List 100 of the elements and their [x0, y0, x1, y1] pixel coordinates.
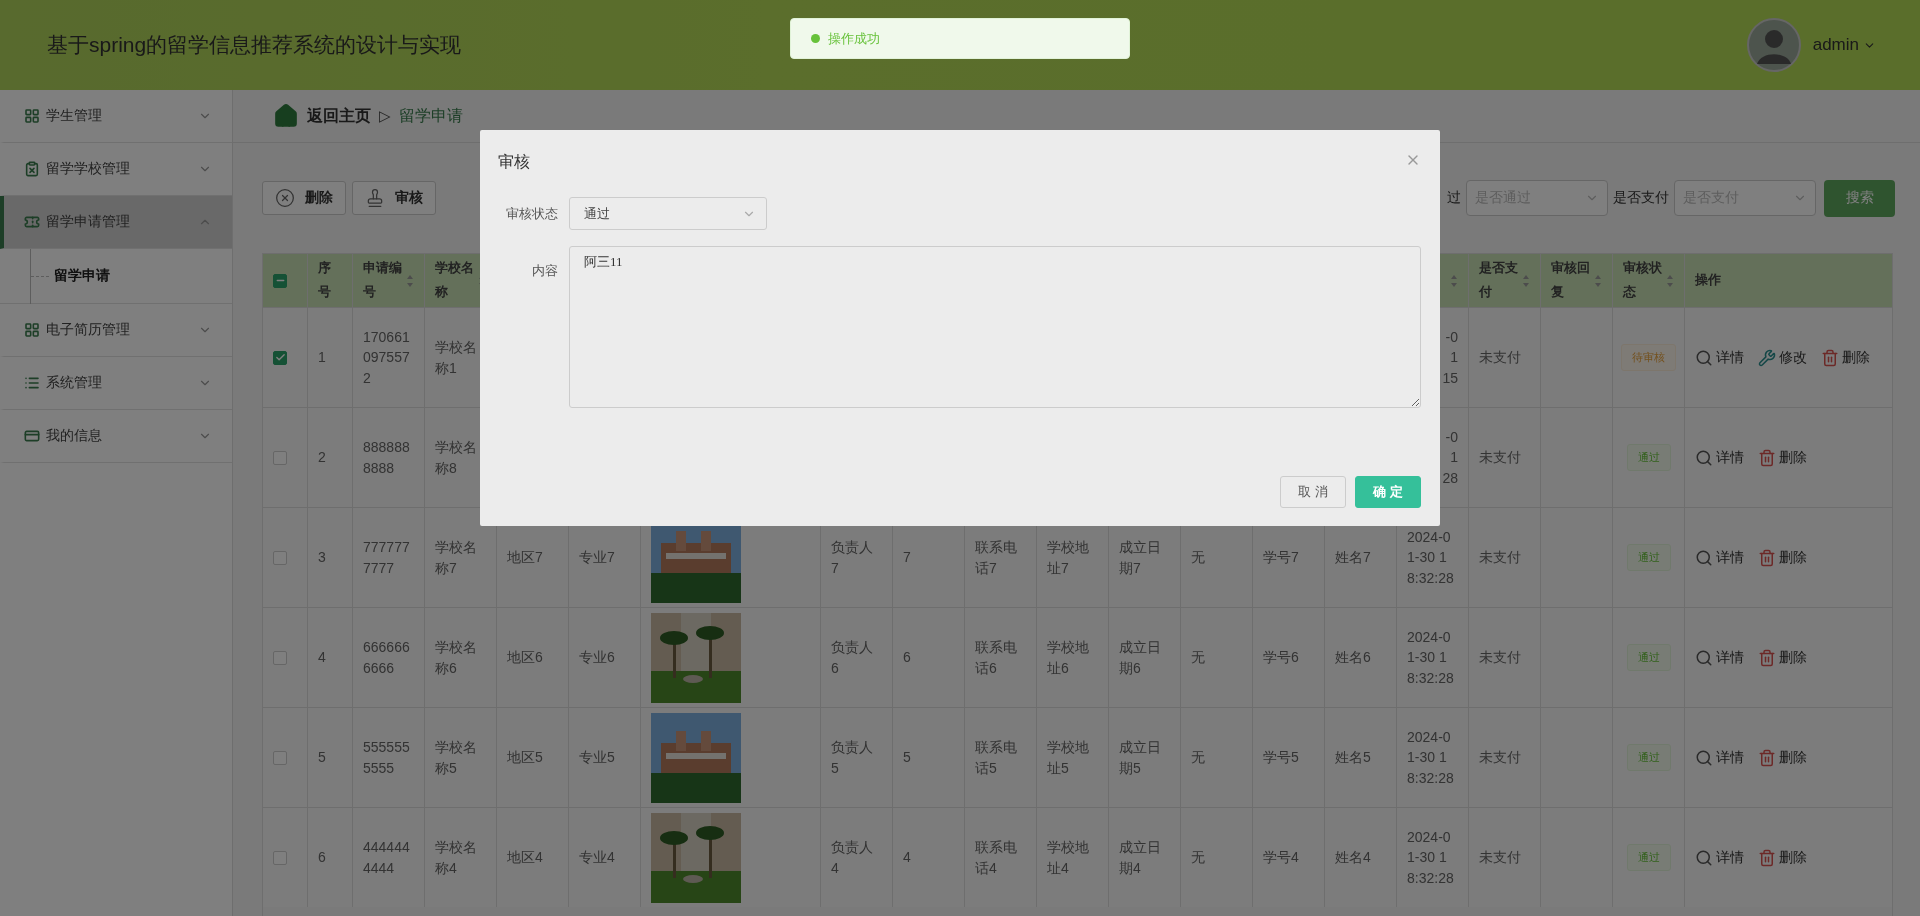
edit-link[interactable]: 修改: [1758, 348, 1807, 367]
clipboard-icon: [24, 161, 40, 177]
circle-x-icon: [275, 188, 295, 208]
column-header: 操作: [1695, 271, 1722, 289]
delete-link[interactable]: 删除: [1758, 448, 1807, 467]
table-cell-text: 无: [1191, 648, 1206, 668]
home-link[interactable]: 返回主页: [307, 105, 371, 127]
detail-link[interactable]: 详情: [1695, 548, 1744, 567]
row-checkbox[interactable]: [273, 850, 287, 865]
breadcrumb-current: 留学申请: [398, 105, 463, 126]
home-icon: [273, 103, 299, 129]
row-checkbox[interactable]: [273, 750, 287, 765]
table-cell-text: 未支付: [1479, 548, 1522, 568]
trash-icon: [1758, 648, 1776, 667]
table-cell-text: 2024-01-30 18:32:28: [1407, 728, 1454, 788]
review-button[interactable]: 审核: [352, 181, 436, 215]
table-cell-text: 地区6: [507, 648, 544, 668]
row-checkbox[interactable]: [273, 450, 287, 465]
status-select[interactable]: 通过: [569, 197, 767, 230]
delete-link[interactable]: 删除: [1758, 848, 1807, 867]
magnifier-icon: [1695, 648, 1713, 667]
row-checkbox[interactable]: [273, 650, 287, 665]
table-cell-text: 姓名6: [1335, 648, 1372, 668]
table-cell-text: 成立日期5: [1119, 738, 1162, 778]
table-cell-text: 地区5: [507, 748, 544, 768]
table-cell-text: 5555555555: [363, 738, 410, 778]
row-checkbox[interactable]: [273, 350, 287, 365]
table-cell-text: 联系电话7: [975, 538, 1018, 578]
table-cell-text: 6: [318, 848, 327, 868]
table-cell-text: 6666666666: [363, 638, 410, 678]
column-header: 学校名称: [435, 259, 475, 301]
select-all-checkbox[interactable]: [273, 273, 287, 288]
trash-icon: [1758, 448, 1776, 467]
detail-link[interactable]: 详情: [1695, 648, 1744, 667]
cancel-button[interactable]: 取 消: [1280, 476, 1346, 508]
delete-link[interactable]: 删除: [1758, 548, 1807, 567]
breadcrumb-separator: ▷: [379, 107, 391, 125]
magnifier-icon: [1695, 848, 1713, 867]
table-cell-text: 地区7: [507, 548, 544, 568]
detail-link[interactable]: 详情: [1695, 748, 1744, 767]
search-button[interactable]: 搜索: [1824, 179, 1895, 217]
content-textarea[interactable]: 阿三11: [569, 246, 1421, 408]
detail-link[interactable]: 详情: [1695, 848, 1744, 867]
trash-icon: [1821, 348, 1839, 367]
table-cell-text: 成立日期4: [1119, 838, 1162, 878]
table-cell-text: 2024-01-30 18:32:28: [1407, 528, 1454, 588]
table-cell-text: 1706610975572: [363, 328, 410, 388]
table-cell-text: -0 1 28: [1441, 428, 1458, 488]
success-dot-icon: [811, 34, 820, 43]
table-cell-text: 无: [1191, 748, 1206, 768]
status-tag: 通过: [1626, 644, 1671, 671]
table-cell-text: 5: [318, 748, 327, 768]
row-checkbox[interactable]: [273, 550, 287, 565]
table-cell-text: 2024-01-30 18:32:28: [1407, 628, 1454, 688]
user-menu[interactable]: admin: [1812, 35, 1876, 55]
magnifier-icon: [1695, 448, 1713, 467]
magnifier-icon: [1695, 748, 1713, 767]
menu-item[interactable]: 留学申请管理: [0, 196, 232, 249]
ticket-icon: [24, 214, 40, 230]
status-tag: 待审核: [1621, 344, 1676, 371]
status-tag: 通过: [1626, 744, 1671, 771]
detail-link[interactable]: 详情: [1695, 348, 1744, 367]
delete-button[interactable]: 删除: [262, 181, 346, 215]
table-cell-text: 5: [903, 748, 912, 768]
confirm-button[interactable]: 确 定: [1355, 476, 1421, 508]
table-cell-text: 成立日期6: [1119, 638, 1162, 678]
table-cell-text: 6: [903, 648, 912, 668]
card-icon: [24, 428, 40, 444]
column-header: 申请编号: [363, 259, 403, 301]
trash-icon: [1758, 848, 1776, 867]
table-cell-text: 专业7: [579, 548, 616, 568]
check-icon: [274, 352, 286, 363]
avatar: [1746, 18, 1801, 72]
status-tag: 通过: [1626, 544, 1671, 571]
table-cell-text: 学号4: [1263, 848, 1300, 868]
dialog-title: 审核: [498, 152, 530, 172]
table-cell-text: 未支付: [1479, 848, 1522, 868]
table-cell-text: 联系电话6: [975, 638, 1018, 678]
magnifier-icon: [1695, 548, 1713, 567]
wrench-icon: [1758, 348, 1776, 367]
table-cell-text: 1: [318, 348, 327, 368]
delete-link[interactable]: 删除: [1758, 648, 1807, 667]
table-cell-text: 联系电话5: [975, 738, 1018, 778]
magnifier-icon: [1695, 348, 1713, 367]
detail-link[interactable]: 详情: [1695, 448, 1744, 467]
table-cell-text: 2024-01-30 18:32:28: [1407, 828, 1454, 888]
delete-link[interactable]: 删除: [1821, 348, 1870, 367]
table-cell-text: 8888888888: [363, 438, 410, 478]
table-cell-text: 学号5: [1263, 748, 1300, 768]
table-cell-text: 专业6: [579, 648, 616, 668]
table-cell-text: 学校名称1: [435, 338, 478, 378]
table-cell-text: -0 1 15: [1441, 328, 1458, 388]
table-cell-text: 2: [318, 448, 327, 468]
stamp-icon: [365, 188, 385, 208]
grid-icon: [24, 322, 40, 338]
success-toast: 操作成功: [790, 18, 1130, 59]
grid-icon: [24, 108, 40, 124]
table-cell-text: 学校地址6: [1047, 638, 1090, 678]
delete-link[interactable]: 删除: [1758, 748, 1807, 767]
table-cell-text: 学校名称4: [435, 838, 478, 878]
